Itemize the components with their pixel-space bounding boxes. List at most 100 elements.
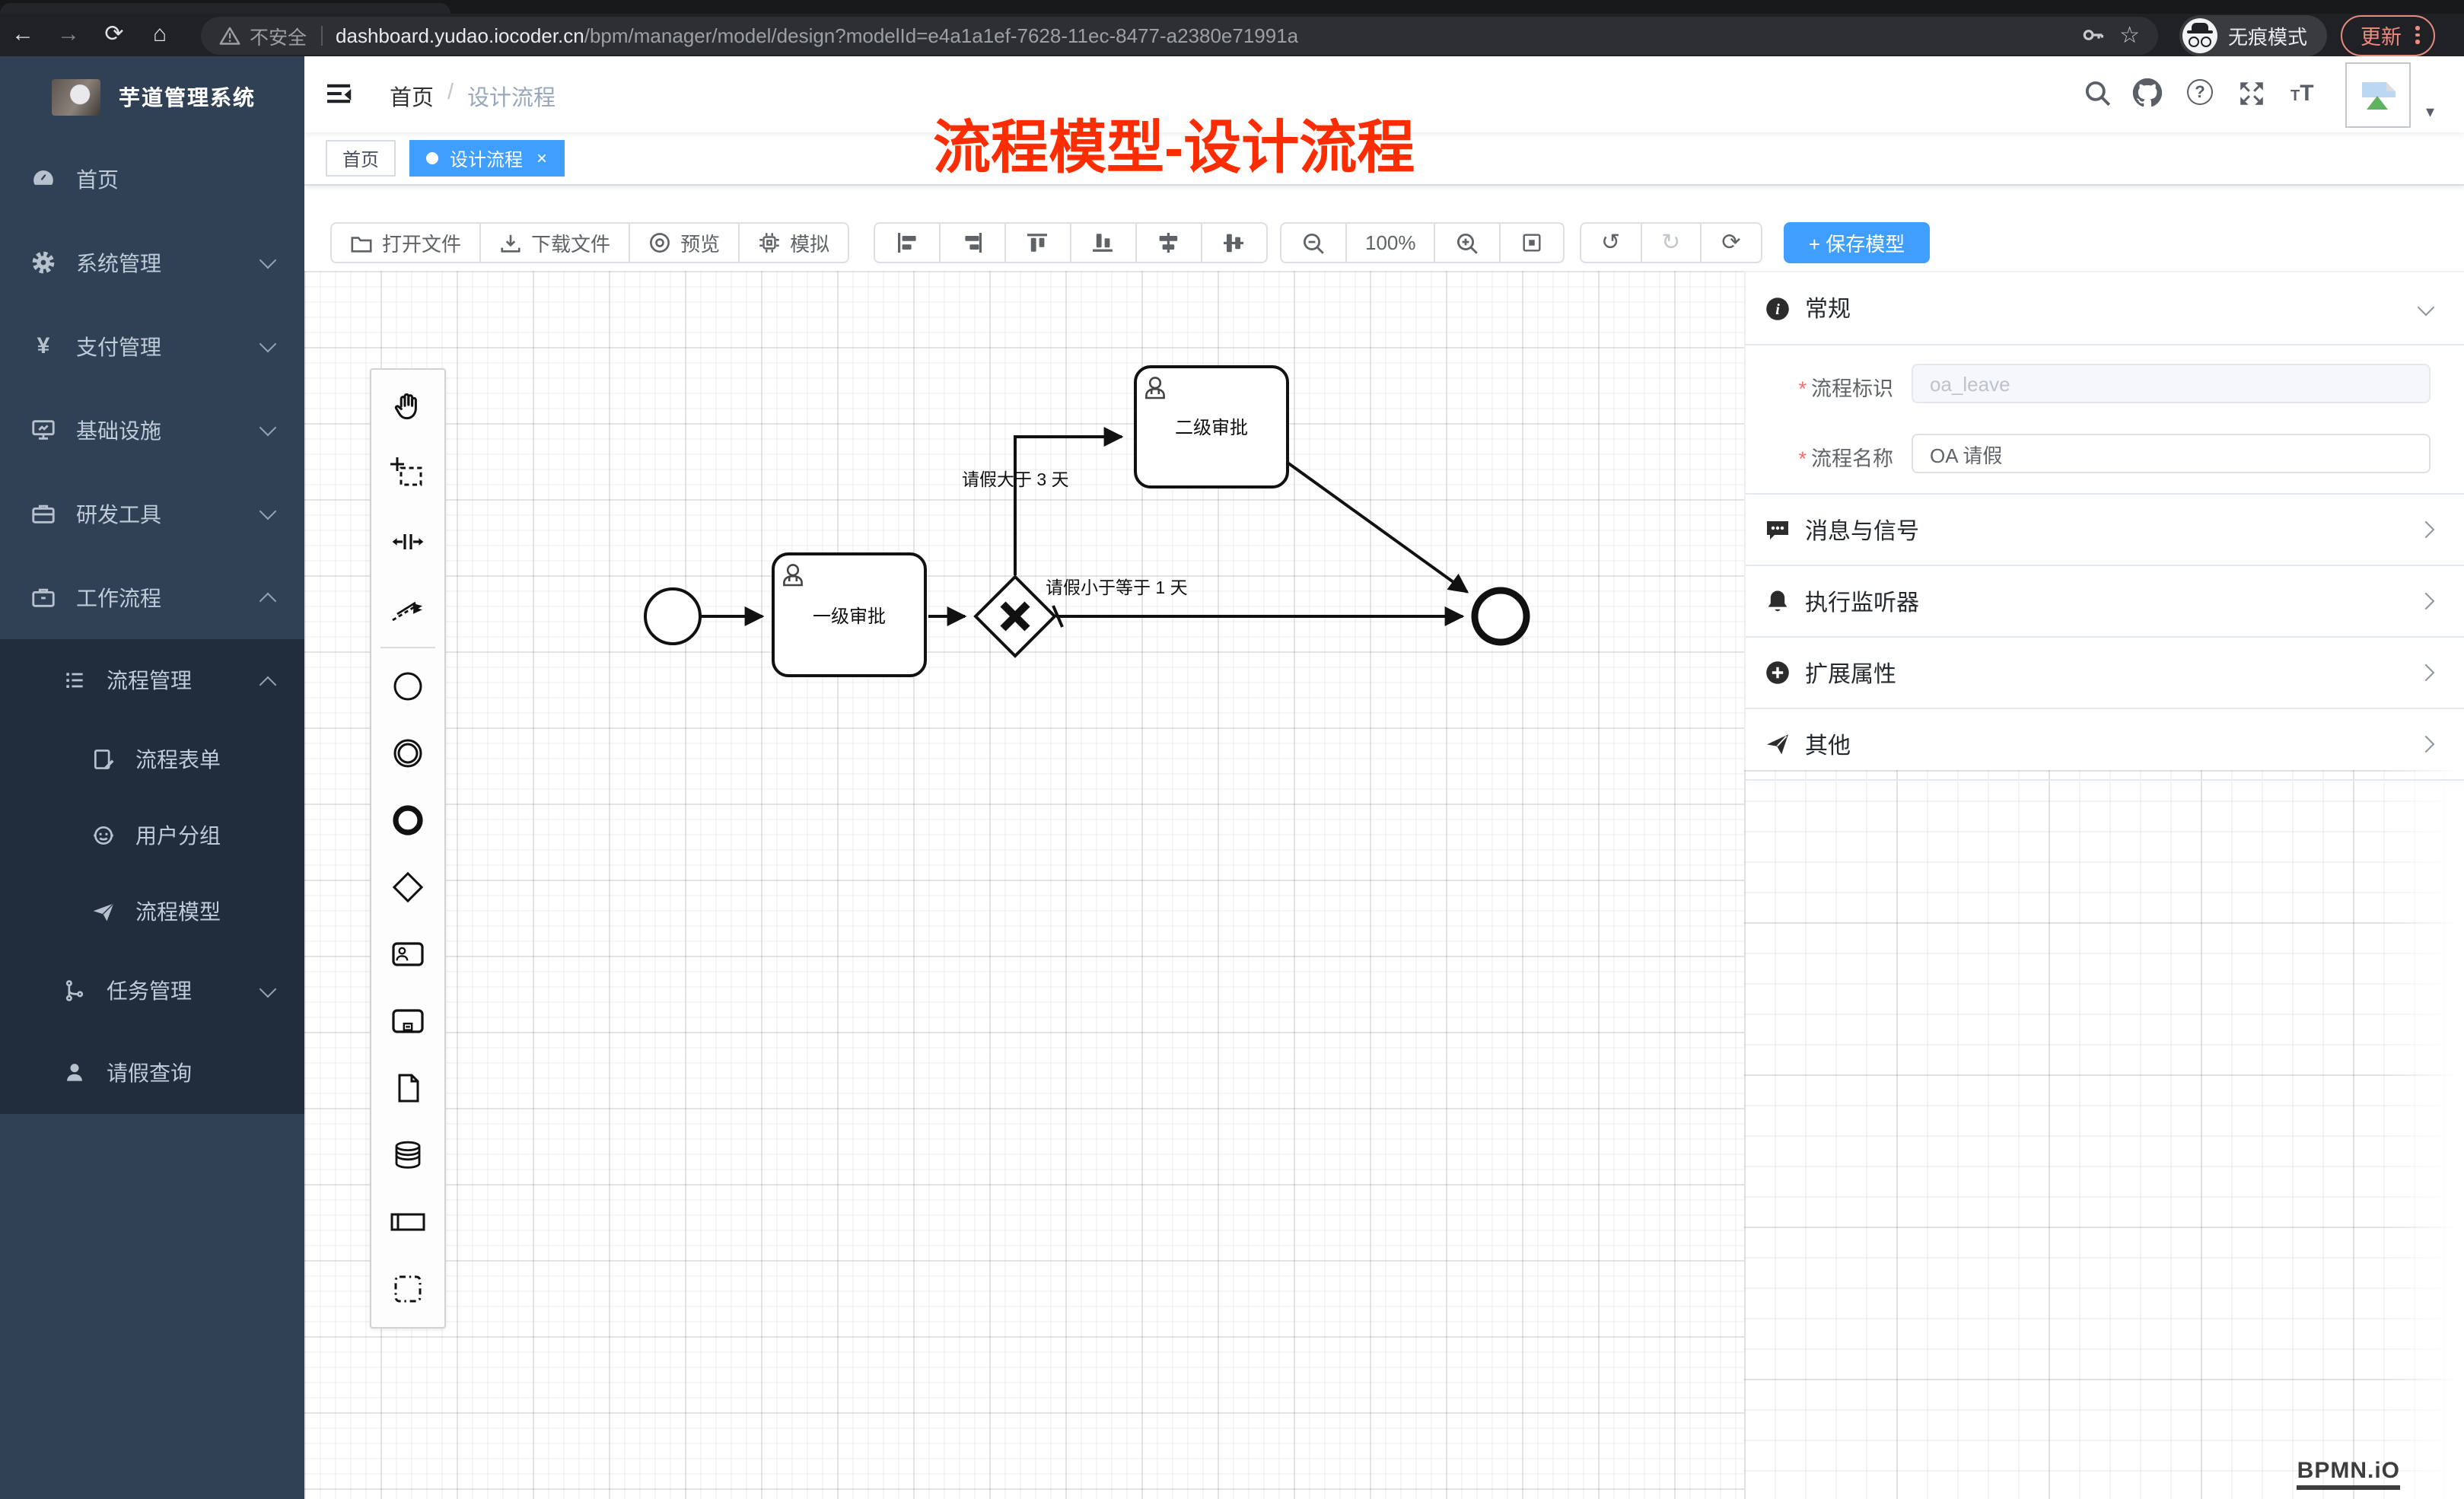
process-key-label: *流程标识 <box>1746 371 1893 402</box>
sidebar-item-home[interactable]: 首页 <box>0 137 304 221</box>
update-button[interactable]: 更新 <box>2341 14 2434 56</box>
collapse-sidebar-icon[interactable] <box>327 82 352 105</box>
reset-zoom-icon[interactable] <box>1501 224 1564 262</box>
screenshot-root: ← → ⟳ ⌂ 不安全 dashboard.yudao.iocoder.cn/b… <box>0 0 2464 1499</box>
github-icon[interactable] <box>2132 78 2163 108</box>
avatar-caret-icon[interactable]: ▾ <box>2426 102 2434 122</box>
app-logo[interactable]: 芋道管理系统 <box>0 56 304 137</box>
sidebar-item-label: 工作流程 <box>76 582 161 613</box>
back-icon[interactable]: ← <box>0 14 46 56</box>
align-right-icon[interactable] <box>941 224 1006 262</box>
sidebar-item-system[interactable]: 系统管理 <box>0 221 304 304</box>
home-icon[interactable]: ⌂ <box>137 14 183 56</box>
panel-background-grid: BPMN.iO <box>1744 770 2464 1499</box>
sidebar: 芋道管理系统 首页 系统管理 ¥ 支付管 <box>0 56 304 1499</box>
bookmark-star-icon[interactable]: ☆ <box>2119 24 2140 46</box>
sidebar-item-leave-query[interactable]: 请假查询 <box>0 1032 304 1114</box>
person-icon <box>61 1061 87 1085</box>
align-center-vertical-icon[interactable] <box>1137 224 1202 262</box>
save-model-button[interactable]: + 保存模型 <box>1784 222 1930 263</box>
bpmn-diagram[interactable]: 一级审批 二级审批 请假大于 3 天 请假小于等于 1 天 <box>304 271 1744 1499</box>
tag-home[interactable]: 首页 <box>326 140 396 177</box>
sidebar-item-devtools[interactable]: 研发工具 <box>0 472 304 555</box>
bpmn-io-watermark[interactable]: BPMN.iO <box>2297 1458 2400 1490</box>
red-annotation-title: 流程模型-设计流程 <box>933 100 1415 184</box>
sidebar-item-process-model[interactable]: 流程模型 <box>0 874 304 950</box>
forward-icon[interactable]: → <box>46 14 91 56</box>
sidebar-item-label: 流程表单 <box>135 744 221 775</box>
task-second-label: 二级审批 <box>1175 418 1248 438</box>
sidebar-item-infra[interactable]: 基础设施 <box>0 388 304 472</box>
breadcrumb-home[interactable]: 首页 <box>390 81 434 113</box>
general-form: *流程标识 *流程名称 <box>1746 345 2464 495</box>
section-extension-attrs[interactable]: 扩展属性 <box>1746 638 2464 709</box>
app-title: 芋道管理系统 <box>119 81 256 112</box>
chevron-right-icon <box>2418 593 2435 610</box>
flow-gateway-to-task2[interactable] <box>1015 437 1122 575</box>
url-host: dashboard.yudao.iocoder.cn <box>336 24 584 46</box>
svg-text:i: i <box>1775 301 1780 317</box>
section-execution-listener[interactable]: 执行监听器 <box>1746 566 2464 638</box>
sidebar-item-label: 基础设施 <box>76 415 161 445</box>
align-center-horizontal-icon[interactable] <box>1202 224 1266 262</box>
undo-icon[interactable]: ↺ <box>1581 224 1641 262</box>
align-left-icon[interactable] <box>875 224 941 262</box>
tag-design-process[interactable]: 设计流程 × <box>410 140 564 177</box>
redo-icon[interactable]: ↻ <box>1641 224 1702 262</box>
sidebar-item-label: 流程模型 <box>135 896 221 927</box>
send-icon <box>1765 732 1790 756</box>
file-button-group: 打开文件 下载文件 预览 模拟 <box>330 222 849 263</box>
key-icon[interactable] <box>2080 23 2104 47</box>
sidebar-item-label: 用户分组 <box>135 820 221 851</box>
sidebar-item-payment[interactable]: ¥ 支付管理 <box>0 304 304 388</box>
sidebar-item-task-manage[interactable]: 任务管理 <box>0 950 304 1032</box>
sidebar-item-workflow[interactable]: 工作流程 <box>0 555 304 639</box>
info-icon: i <box>1765 296 1790 320</box>
simulate-button[interactable]: 模拟 <box>740 224 848 262</box>
sidebar-item-label: 请假查询 <box>107 1058 192 1088</box>
chevron-down-icon <box>259 336 277 353</box>
browser-tab[interactable] <box>0 3 450 14</box>
sidebar-item-process-manage[interactable]: 流程管理 <box>0 639 304 721</box>
section-message-signal[interactable]: 消息与信号 <box>1746 495 2464 566</box>
incognito-label: 无痕模式 <box>2228 21 2307 49</box>
sidebar-menu: 首页 系统管理 ¥ 支付管理 <box>0 137 304 1114</box>
zoom-in-icon[interactable] <box>1436 224 1501 262</box>
font-size-icon[interactable]: TT <box>2291 81 2314 108</box>
message-icon <box>1765 518 1790 541</box>
avatar[interactable] <box>2345 62 2411 128</box>
fullscreen-icon[interactable] <box>2237 79 2266 108</box>
process-name-label: *流程名称 <box>1746 441 1893 472</box>
form-icon <box>90 747 116 772</box>
help-icon[interactable]: ? <box>2187 79 2213 105</box>
align-bottom-icon[interactable] <box>1071 224 1137 262</box>
section-general[interactable]: i 常规 <box>1746 272 2464 345</box>
toolbox-icon <box>30 501 56 527</box>
open-file-button[interactable]: 打开文件 <box>332 224 481 262</box>
bpmn-canvas[interactable]: 一级审批 二级审批 请假大于 3 天 请假小于等于 1 天 i 常规 <box>304 271 2464 1499</box>
url-bar[interactable]: 不安全 dashboard.yudao.iocoder.cn/bpm/manag… <box>201 16 2158 54</box>
close-tab-icon[interactable]: × <box>536 149 547 167</box>
sidebar-item-user-group[interactable]: 用户分组 <box>0 797 304 874</box>
chevron-down-icon <box>2418 299 2435 317</box>
browser-menu-icon[interactable] <box>2415 27 2419 44</box>
breadcrumb-current: 设计流程 <box>467 81 556 113</box>
restart-icon[interactable]: ⟳ <box>1702 224 1760 262</box>
section-other[interactable]: 其他 <box>1746 709 2464 781</box>
chevron-right-icon <box>2418 736 2435 753</box>
align-top-icon[interactable] <box>1006 224 1071 262</box>
process-key-input[interactable] <box>1912 364 2431 403</box>
flow-task2-to-end[interactable] <box>1288 463 1467 592</box>
end-event[interactable] <box>1475 590 1526 642</box>
not-secure-icon <box>219 25 240 45</box>
sidebar-item-label: 支付管理 <box>76 331 161 361</box>
gear-icon <box>30 250 56 275</box>
start-event[interactable] <box>645 589 700 644</box>
zoom-out-icon[interactable] <box>1281 224 1347 262</box>
process-name-input[interactable] <box>1912 434 2431 473</box>
reload-icon[interactable]: ⟳ <box>91 14 137 56</box>
download-file-button[interactable]: 下载文件 <box>481 224 630 262</box>
preview-button[interactable]: 预览 <box>630 224 740 262</box>
search-icon[interactable] <box>2084 79 2112 108</box>
sidebar-item-process-form[interactable]: 流程表单 <box>0 721 304 797</box>
